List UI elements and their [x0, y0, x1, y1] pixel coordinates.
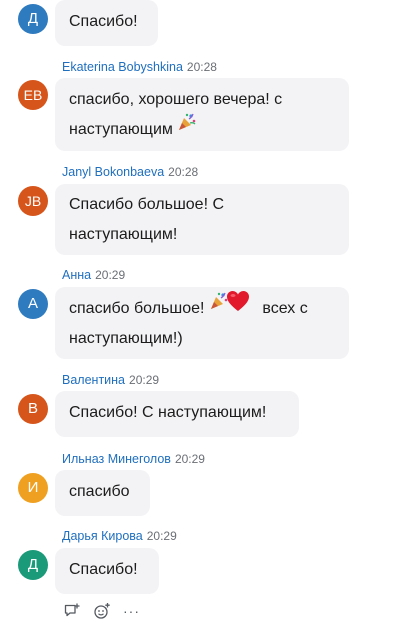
message-text-line: наступающим!: [69, 226, 178, 243]
message-header: Ekaterina Bobyshkina 20:28: [62, 60, 217, 74]
avatar[interactable]: А: [18, 289, 48, 319]
message-header: Дарья Кирова 20:29: [62, 529, 177, 543]
author-name[interactable]: Janyl Bokonbaeva: [62, 165, 164, 179]
reply-in-thread-icon[interactable]: [63, 602, 81, 620]
author-name[interactable]: Ekaterina Bobyshkina: [62, 60, 183, 74]
author-name[interactable]: Анна: [62, 268, 91, 282]
avatar[interactable]: Д: [18, 550, 48, 580]
message-bubble[interactable]: Спасибо большое! С наступающим!: [55, 184, 349, 255]
author-name[interactable]: Валентина: [62, 373, 125, 387]
message-text-line: наступающим!): [69, 330, 183, 347]
message-header: Валентина 20:29: [62, 373, 159, 387]
avatar[interactable]: EB: [18, 80, 48, 110]
message-bubble[interactable]: Спасибо!: [55, 548, 159, 594]
message-text-line-wrap: наступающим: [69, 112, 335, 145]
message-text-line: всех с: [262, 300, 308, 317]
message-text-line: наступающим: [69, 121, 173, 138]
message-header: Анна 20:29: [62, 268, 125, 282]
message-text: Спасибо! С наступающим!: [69, 404, 267, 421]
avatar[interactable]: JB: [18, 186, 48, 216]
message-text: Спасибо!: [69, 561, 138, 578]
message-bubble[interactable]: спасибо большое! всех с наступающим!): [55, 287, 349, 359]
add-reaction-icon[interactable]: [93, 602, 111, 620]
message-header: Ильназ Минеголов 20:29: [62, 452, 205, 466]
message-timestamp: 20:29: [174, 452, 205, 466]
message-text-line: спасибо большое!: [69, 300, 205, 317]
message-bubble[interactable]: Спасибо!: [55, 0, 158, 46]
message-timestamp: 20:29: [146, 529, 177, 543]
red-heart-icon: [226, 290, 250, 323]
avatar[interactable]: И: [18, 473, 48, 503]
message-text-line-wrap: спасибо большое! всех с: [69, 291, 335, 324]
message-bubble[interactable]: спасибо: [55, 470, 150, 516]
message-text: спасибо: [69, 483, 130, 500]
message-text-line: Спасибо большое! С: [69, 196, 225, 213]
message-timestamp: 20:28: [168, 165, 199, 179]
message-bubble[interactable]: Спасибо! С наступающим!: [55, 391, 299, 437]
message-timestamp: 20:29: [129, 373, 160, 387]
avatar[interactable]: В: [18, 394, 48, 424]
chat-message-list: Д Спасибо! Ekaterina Bobyshkina 20:28 EB …: [0, 0, 401, 624]
author-name[interactable]: Дарья Кирова: [62, 529, 143, 543]
message-bubble[interactable]: спасибо, хорошего вечера! с наступающим: [55, 78, 349, 151]
message-text: Спасибо!: [69, 13, 138, 30]
party-popper-icon: [177, 112, 197, 143]
message-text-line: спасибо, хорошего вечера! с: [69, 91, 283, 108]
more-options-icon[interactable]: ···: [123, 603, 140, 619]
message-header: Janyl Bokonbaeva 20:28: [62, 165, 198, 179]
author-name[interactable]: Ильназ Минеголов: [62, 452, 171, 466]
message-timestamp: 20:28: [186, 60, 217, 74]
avatar[interactable]: Д: [18, 4, 48, 34]
message-timestamp: 20:29: [95, 268, 126, 282]
